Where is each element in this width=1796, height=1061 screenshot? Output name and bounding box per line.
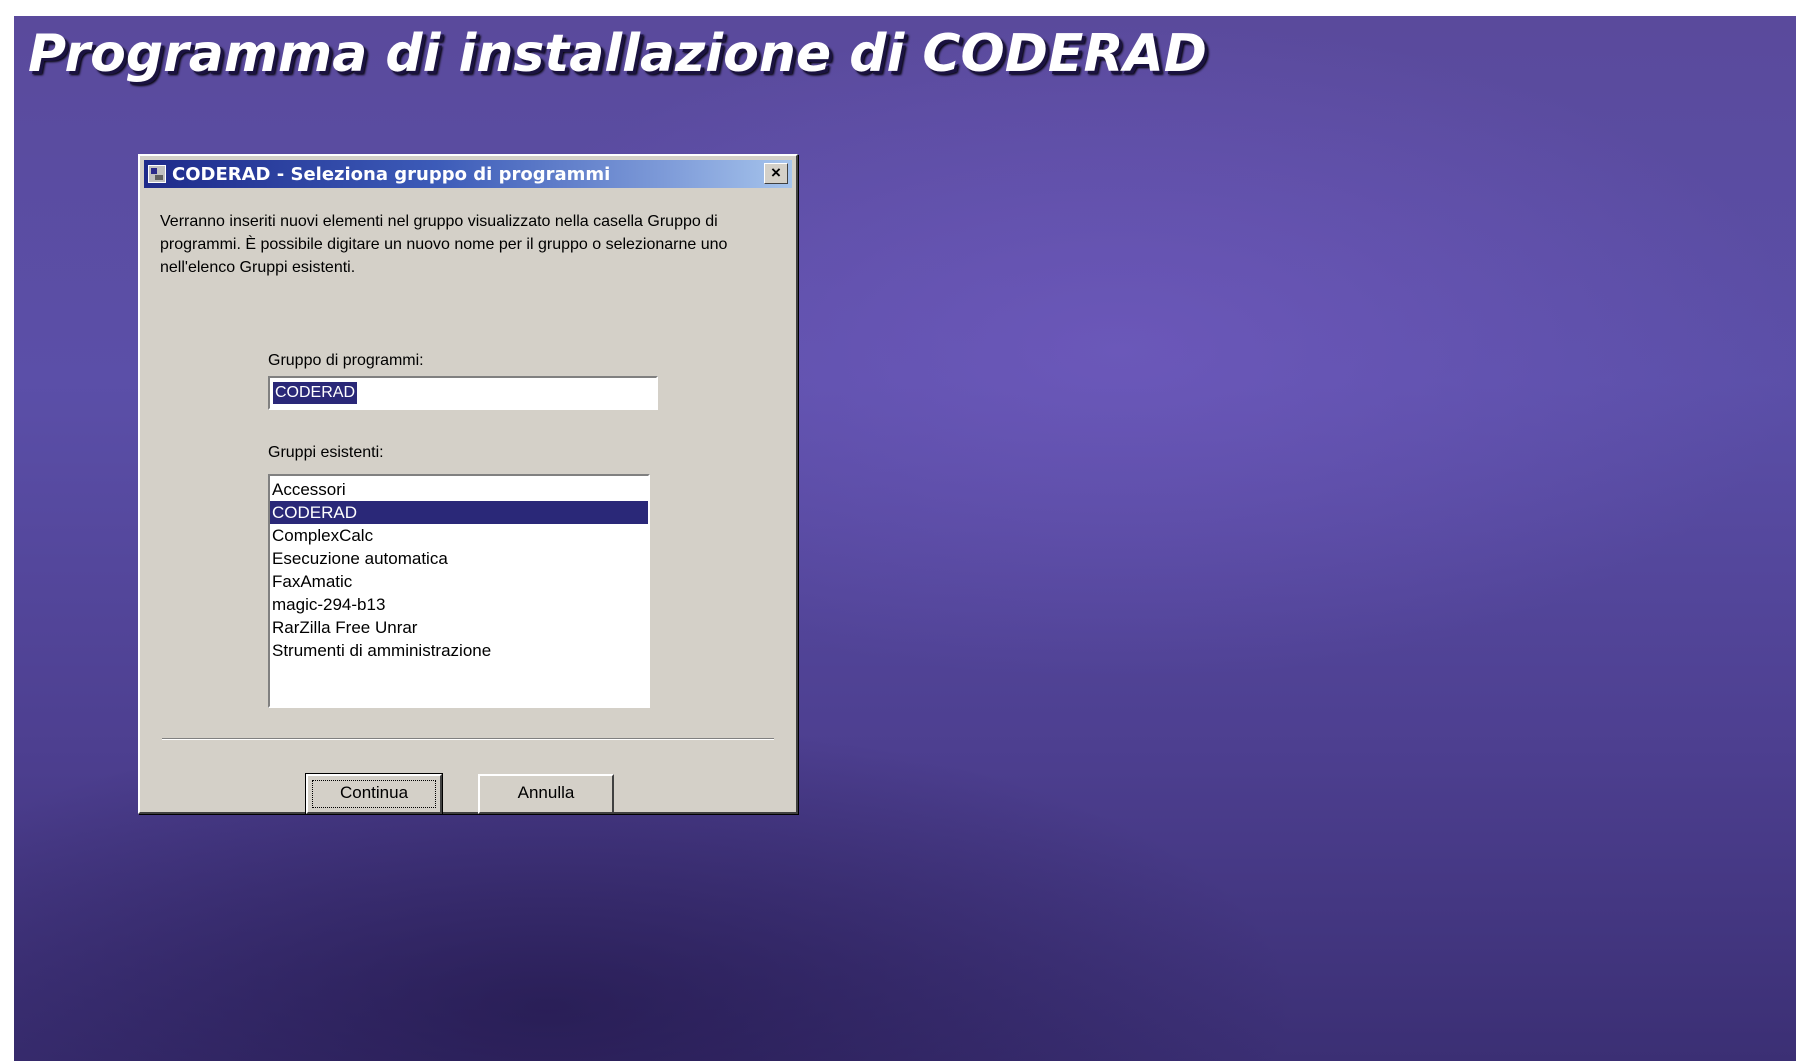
dialog-description: Verranno inseriti nuovi elementi nel gru… — [160, 213, 728, 276]
program-group-label: Gruppo di programmi: — [268, 352, 424, 369]
close-icon: × — [771, 163, 781, 182]
list-item-magic[interactable]: magic-294-b13 — [270, 593, 648, 616]
list-item-esecuzione-automatica[interactable]: Esecuzione automatica — [270, 547, 648, 570]
existing-groups-list[interactable]: Accessori CODERAD ComplexCalc Esecuzione… — [268, 474, 650, 708]
select-program-group-dialog: CODERAD - Seleziona gruppo di programmi … — [138, 154, 798, 815]
desktop-background: Programma di installazione di CODERAD CO… — [14, 16, 1796, 1061]
dialog-title: CODERAD - Seleziona gruppo di programmi — [172, 163, 611, 185]
program-group-input[interactable]: CODERAD — [268, 376, 658, 410]
list-item-faxamatic[interactable]: FaxAmatic — [270, 570, 648, 593]
list-item-rarzilla[interactable]: RarZilla Free Unrar — [270, 616, 648, 639]
continue-button[interactable]: Continua — [305, 773, 443, 815]
close-button[interactable]: × — [764, 163, 788, 184]
installer-app-icon — [148, 165, 166, 183]
list-item-complexcalc[interactable]: ComplexCalc — [270, 524, 648, 547]
button-separator — [162, 738, 774, 740]
existing-groups-label: Gruppi esistenti: — [268, 444, 384, 461]
continue-button-label: Continua — [339, 783, 409, 802]
list-item-coderad[interactable]: CODERAD — [270, 501, 648, 524]
cancel-button[interactable]: Annulla — [478, 774, 614, 814]
list-item-accessori[interactable]: Accessori — [270, 478, 648, 501]
dialog-titlebar[interactable]: CODERAD - Seleziona gruppo di programmi … — [144, 160, 792, 188]
cancel-button-label: Annulla — [517, 783, 575, 802]
list-item-strumenti[interactable]: Strumenti di amministrazione — [270, 639, 648, 662]
setup-title: Programma di installazione di CODERAD — [28, 24, 1207, 84]
program-group-input-value: CODERAD — [273, 382, 358, 404]
